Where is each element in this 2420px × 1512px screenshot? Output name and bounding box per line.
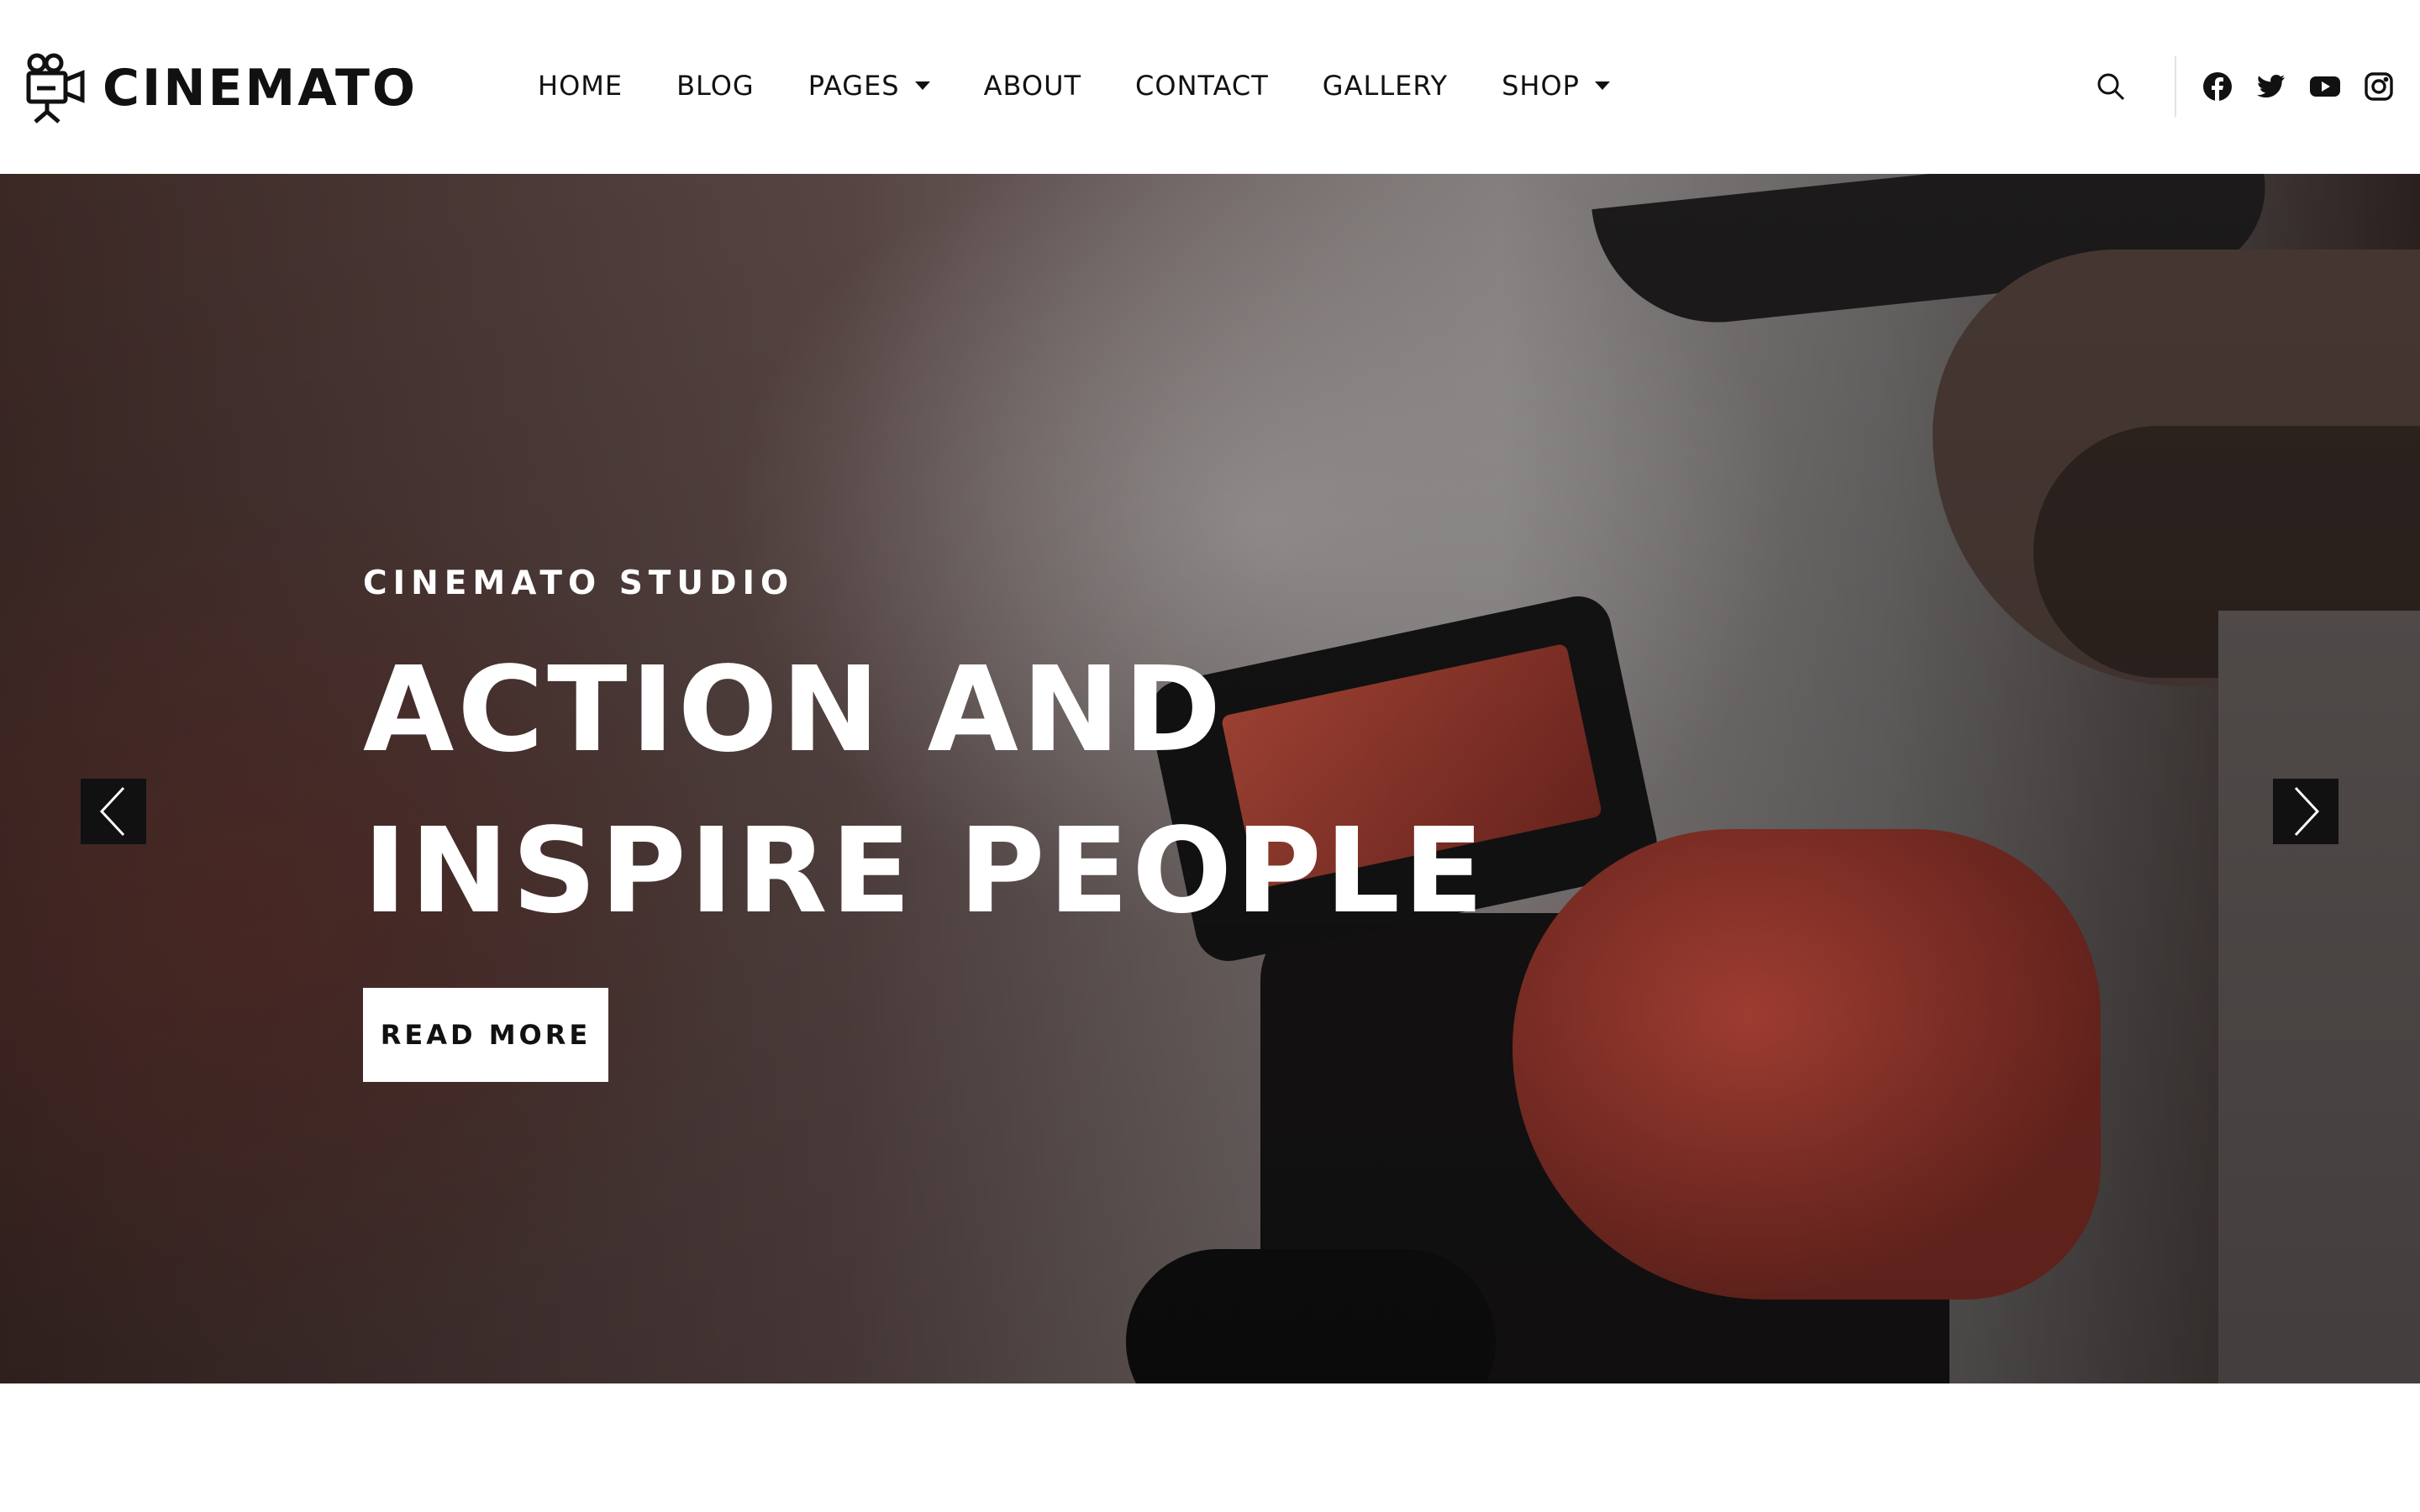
header-actions: [2089, 54, 2395, 119]
nav-about-label: ABOUT: [983, 70, 1082, 102]
chevron-left-icon: [99, 786, 125, 837]
hero-title: ACTION AND INSPIRE PEOPLE: [363, 630, 1539, 953]
nav-blog[interactable]: BLOG: [676, 70, 755, 102]
twitter-icon: [2257, 75, 2285, 98]
nav-shop-label: SHOP: [1502, 70, 1580, 102]
slider-next-button[interactable]: [2273, 779, 2338, 844]
facebook-icon: [2203, 72, 2232, 101]
search-button[interactable]: [2089, 65, 2133, 108]
twitter-link[interactable]: [2255, 71, 2287, 102]
hero-content: CINEMATO STUDIO ACTION AND INSPIRE PEOPL…: [363, 567, 1539, 1082]
social-links: [2202, 71, 2395, 102]
youtube-icon: [2310, 76, 2340, 97]
logo[interactable]: CINEMATO: [25, 50, 418, 126]
slider-prev-button[interactable]: [81, 779, 146, 844]
nav-about[interactable]: ABOUT: [984, 70, 1081, 102]
facebook-link[interactable]: [2202, 71, 2233, 102]
caret-down-icon: [1594, 81, 1610, 90]
nav-home[interactable]: HOME: [538, 70, 623, 102]
instagram-icon: [2365, 72, 2393, 101]
header-divider: [2175, 56, 2176, 117]
hero-title-line-2: INSPIRE PEOPLE: [363, 803, 1487, 940]
read-more-button[interactable]: READ MORE: [363, 988, 608, 1082]
nav-home-label: HOME: [538, 70, 623, 102]
brand-name: CINEMATO: [103, 59, 418, 118]
nav-contact-label: CONTACT: [1135, 70, 1269, 102]
instagram-link[interactable]: [2363, 71, 2395, 102]
nav-pages-label: PAGES: [808, 70, 900, 102]
youtube-link[interactable]: [2309, 71, 2341, 102]
main-nav: HOME BLOG PAGES ABOUT CONTACT GALLERY SH…: [538, 59, 1664, 113]
nav-shop[interactable]: SHOP: [1502, 70, 1610, 102]
film-camera-icon: [26, 53, 85, 123]
nav-pages[interactable]: PAGES: [808, 70, 930, 102]
hero-slider: CINEMATO STUDIO ACTION AND INSPIRE PEOPL…: [0, 174, 2420, 1383]
nav-contact[interactable]: CONTACT: [1135, 70, 1269, 102]
caret-down-icon: [914, 81, 930, 90]
chevron-right-icon: [2294, 786, 2320, 837]
nav-blog-label: BLOG: [676, 70, 755, 102]
search-icon: [2097, 73, 2125, 101]
nav-gallery[interactable]: GALLERY: [1323, 70, 1448, 102]
hero-title-line-1: ACTION AND: [363, 642, 1225, 779]
hero-eyebrow: CINEMATO STUDIO: [363, 564, 795, 602]
site-header: CINEMATO HOME BLOG PAGES ABOUT CONTACT G…: [0, 0, 2420, 174]
nav-gallery-label: GALLERY: [1322, 70, 1449, 102]
